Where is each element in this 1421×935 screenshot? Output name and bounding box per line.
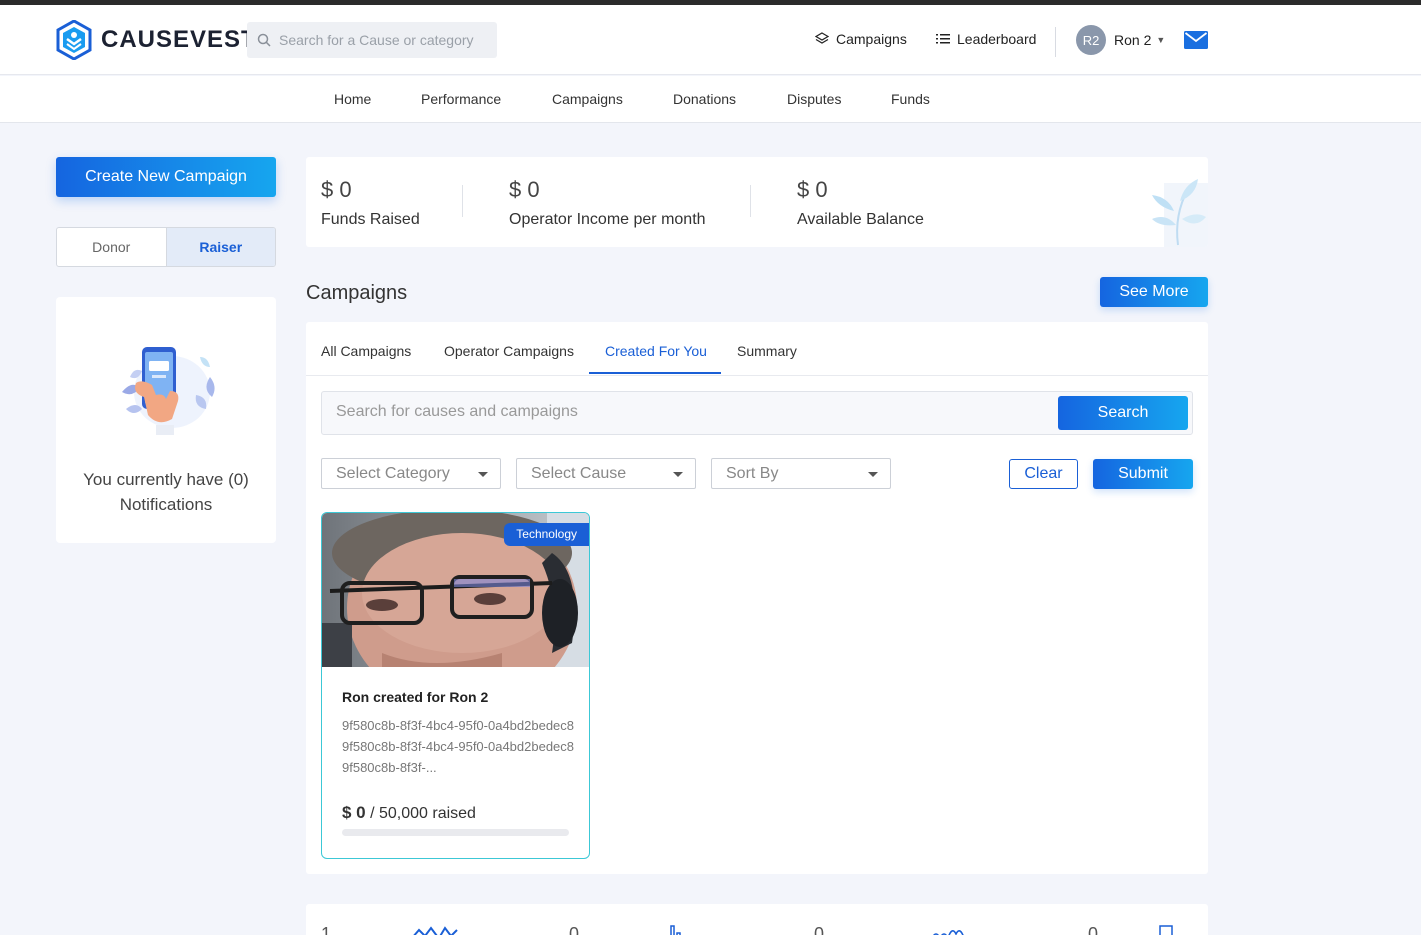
campaigns-heading: Campaigns xyxy=(306,282,408,304)
donor-toggle-button[interactable]: Donor xyxy=(57,228,166,266)
dropdown-arrow-icon xyxy=(673,472,683,477)
wave-chart-icon xyxy=(932,930,964,935)
bar-chart-icon xyxy=(670,925,681,935)
search-icon xyxy=(257,33,271,47)
flag-icon xyxy=(1159,925,1173,935)
stat-label: Funds Raised xyxy=(321,211,420,228)
stat-available-balance: $ 0 Available Balance xyxy=(797,177,924,229)
role-toggle: Donor Raiser xyxy=(56,227,276,267)
tab-summary[interactable]: Summary xyxy=(737,343,797,359)
summary-count: 1 xyxy=(321,924,332,935)
user-avatar[interactable]: R2 xyxy=(1076,25,1106,55)
submit-button[interactable]: Submit xyxy=(1093,459,1193,489)
notifications-card: You currently have (0) Notifications xyxy=(56,297,276,543)
nav-donations[interactable]: Donations xyxy=(673,91,736,107)
tab-all-campaigns[interactable]: All Campaigns xyxy=(321,343,411,359)
campaign-card[interactable]: Technology Ron created for Ron 2 9f580c8… xyxy=(321,512,590,859)
raised-goal: / 50,000 raised xyxy=(370,805,476,822)
top-header: CAUSEVEST Campaigns Leaderboard R2 Ron 2… xyxy=(0,5,1421,75)
header-campaigns-label: Campaigns xyxy=(836,31,907,47)
list-icon xyxy=(936,34,950,44)
active-tab-indicator xyxy=(589,372,721,374)
stat-value: $ 0 xyxy=(509,177,540,202)
campaign-card-raised: $ 0 / 50,000 raised xyxy=(342,803,476,823)
sort-select-label: Sort By xyxy=(726,464,779,482)
campaign-card-title: Ron created for Ron 2 xyxy=(342,689,489,705)
stat-divider xyxy=(462,185,463,217)
sort-select[interactable]: Sort By xyxy=(711,458,891,489)
header-campaigns-link[interactable]: Campaigns xyxy=(815,31,907,47)
caret-down-icon: ▼ xyxy=(1156,35,1166,45)
line-chart-icon xyxy=(413,926,458,935)
bottom-summary-card: 1 0 0 0 xyxy=(306,904,1208,935)
campaign-search-input[interactable] xyxy=(336,403,1036,421)
header-search[interactable] xyxy=(247,22,497,58)
campaign-card-image: Technology xyxy=(322,513,589,667)
category-badge: Technology xyxy=(504,523,589,546)
nav-campaigns[interactable]: Campaigns xyxy=(552,91,623,107)
create-campaign-button[interactable]: Create New Campaign xyxy=(56,157,276,197)
user-menu[interactable]: Ron 2 ▼ xyxy=(1114,32,1165,48)
nav-home[interactable]: Home xyxy=(334,91,371,107)
tab-operator-campaigns[interactable]: Operator Campaigns xyxy=(444,343,574,359)
see-more-button[interactable]: See More xyxy=(1100,277,1208,307)
stat-value: $ 0 xyxy=(797,177,828,202)
header-leaderboard-link[interactable]: Leaderboard xyxy=(936,31,1036,47)
campaign-search-button[interactable]: Search xyxy=(1058,396,1188,430)
header-divider xyxy=(1055,27,1056,57)
header-leaderboard-label: Leaderboard xyxy=(957,31,1037,47)
summary-count: 0 xyxy=(814,924,825,935)
sub-navigation: Home Performance Campaigns Donations Dis… xyxy=(0,76,1421,123)
dropdown-arrow-icon xyxy=(868,472,878,477)
campaigns-panel: All Campaigns Operator Campaigns Created… xyxy=(306,322,1208,874)
causevest-logo-icon xyxy=(56,20,92,60)
stat-funds-raised: $ 0 Funds Raised xyxy=(321,177,420,229)
campaign-tabs: All Campaigns Operator Campaigns Created… xyxy=(306,322,1208,376)
raiser-toggle-button[interactable]: Raiser xyxy=(165,228,275,266)
brand-name: CAUSEVEST xyxy=(101,26,257,53)
layers-icon xyxy=(815,32,829,44)
stats-bar: $ 0 Funds Raised $ 0 Operator Income per… xyxy=(306,157,1208,247)
category-select-label: Select Category xyxy=(336,464,450,482)
brand-logo[interactable]: CAUSEVEST xyxy=(56,20,257,60)
clear-button[interactable]: Clear xyxy=(1009,459,1078,489)
nav-funds[interactable]: Funds xyxy=(891,91,930,107)
summary-count: 0 xyxy=(1088,924,1099,935)
campaign-search-bar: Search xyxy=(321,391,1193,435)
nav-disputes[interactable]: Disputes xyxy=(787,91,841,107)
notifications-text: You currently have (0) Notifications xyxy=(83,470,249,514)
stat-divider xyxy=(750,185,751,217)
stat-value: $ 0 xyxy=(321,177,352,202)
tab-created-for-you[interactable]: Created For You xyxy=(605,343,707,359)
cause-select[interactable]: Select Cause xyxy=(516,458,696,489)
stat-label: Operator Income per month xyxy=(509,211,706,228)
raised-amount: $ 0 xyxy=(342,803,366,822)
cause-select-label: Select Cause xyxy=(531,464,627,482)
header-search-input[interactable] xyxy=(279,32,489,48)
stat-label: Available Balance xyxy=(797,211,924,228)
mail-icon[interactable] xyxy=(1184,31,1208,49)
category-select[interactable]: Select Category xyxy=(321,458,501,489)
summary-count: 0 xyxy=(569,924,580,935)
leaf-decoration-icon xyxy=(1152,179,1208,247)
phone-notification-illustration xyxy=(122,347,215,435)
stat-operator-income: $ 0 Operator Income per month xyxy=(509,177,706,229)
campaign-card-description: 9f580c8b-8f3f-4bc4-95f0-0a4bd2bedec89f58… xyxy=(342,718,574,775)
dropdown-arrow-icon xyxy=(478,472,488,477)
user-name-label: Ron 2 xyxy=(1114,32,1152,48)
campaign-progress-bar xyxy=(342,829,569,836)
nav-performance[interactable]: Performance xyxy=(421,91,501,107)
